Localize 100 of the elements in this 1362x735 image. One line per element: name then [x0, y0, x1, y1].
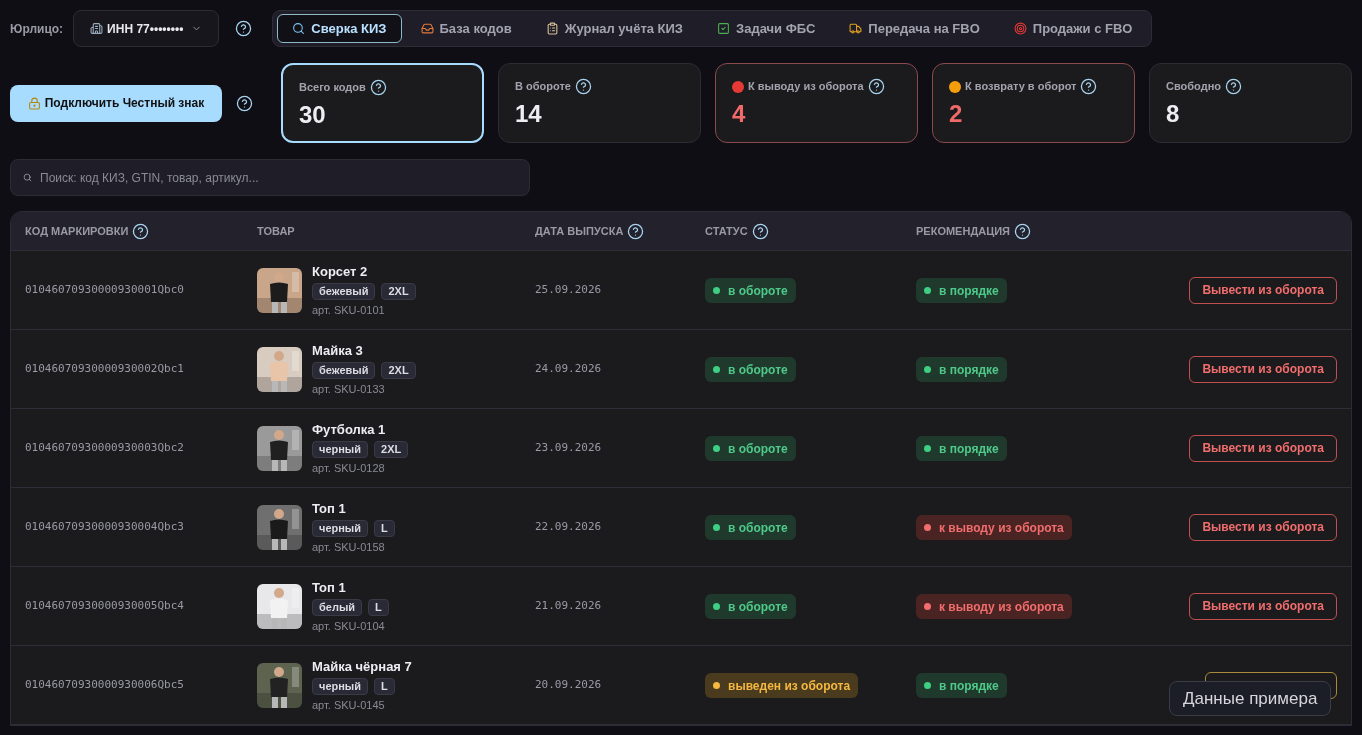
tag: 2XL [381, 362, 416, 379]
sku-text: арт. SKU-0101 [312, 303, 386, 318]
entity-value: ИНН 77•••••••• [107, 20, 184, 38]
stat-label: В обороте [515, 79, 571, 95]
entity-select[interactable]: ИНН 77•••••••• [73, 10, 220, 47]
help-icon[interactable] [1080, 78, 1098, 95]
help-icon[interactable] [627, 222, 645, 240]
tab[interactable]: Передача на FBO [834, 14, 995, 43]
product-name: Майка чёрная 7 [312, 657, 412, 676]
stat-card[interactable]: В обороте 14 [498, 63, 701, 143]
entity-label: Юрлицо: [10, 20, 64, 38]
date-cell-text: 22.09.2026 [535, 518, 603, 535]
column-header: ТОВАР [257, 223, 295, 239]
withdraw-button[interactable]: Вывести из оборота [1189, 276, 1337, 304]
tag: L [368, 599, 389, 616]
tab[interactable]: Задачи ФБС [702, 14, 831, 43]
stat-value: 14 [515, 99, 543, 129]
recommendation-badge: к выводу из оборота [916, 594, 1072, 619]
product-name: Топ 1 [312, 499, 347, 518]
stat-label: Свободно [1166, 79, 1221, 95]
date-cell-text: 25.09.2026 [535, 281, 603, 298]
stat-label: К возврату в оборот [965, 79, 1077, 95]
recommendation-badge: в порядке [916, 436, 1007, 461]
stat-card[interactable]: Свободно 8 [1149, 63, 1352, 143]
sku-text: арт. SKU-0133 [312, 382, 386, 397]
sku-text: арт. SKU-0158 [312, 540, 386, 555]
product-name: Топ 1 [312, 578, 347, 597]
tag: белый [312, 599, 363, 616]
tag: черный [312, 520, 369, 537]
tag: бежевый [312, 362, 376, 379]
tag: черный [312, 678, 369, 695]
tab[interactable]: Журнал учёта КИЗ [530, 14, 698, 43]
code-cell-text: 01046070930000930004Qbc3 [25, 518, 185, 535]
help-icon[interactable] [751, 222, 769, 240]
recommendation-badge: к выводу из оборота [916, 515, 1072, 540]
stat-card[interactable]: К выводу из оборота 4 [715, 63, 918, 143]
help-icon[interactable] [1014, 222, 1031, 240]
code-cell-text: 01046070930000930002Qbc1 [25, 360, 185, 377]
stat-label: К выводу из оборота [748, 79, 864, 95]
status-badge: выведен из оборота [705, 673, 859, 698]
help-icon[interactable] [369, 79, 387, 96]
column-header: КОД МАРКИРОВКИ [25, 223, 129, 239]
tag: бежевый [312, 283, 376, 300]
help-icon[interactable] [574, 78, 592, 95]
inbox-icon [420, 22, 434, 35]
product-name: Футболка 1 [312, 420, 387, 439]
lock-icon [27, 96, 41, 110]
date-cell-text: 23.09.2026 [535, 439, 603, 456]
status-badge: в обороте [705, 436, 796, 461]
recommendation-badge: в порядке [916, 673, 1007, 698]
tag: L [374, 520, 395, 537]
tab[interactable]: База кодов [405, 14, 527, 43]
withdraw-button[interactable]: Вывести из оборота [1189, 434, 1337, 462]
column-header: РЕКОМЕНДАЦИЯ [916, 223, 1010, 239]
checkbox-icon [717, 22, 730, 35]
tag: 2XL [374, 441, 409, 458]
tag: 2XL [381, 283, 416, 300]
sku-text: арт. SKU-0128 [312, 461, 386, 476]
stat-card[interactable]: К возврату в оборот 2 [932, 63, 1135, 143]
help-icon[interactable] [867, 78, 885, 95]
tab[interactable]: Сверка КИЗ [277, 14, 402, 43]
building-icon [90, 22, 104, 35]
date-cell-text: 20.09.2026 [535, 676, 603, 693]
status-badge: в обороте [705, 357, 796, 382]
search-input[interactable]: Поиск: код КИЗ, GTIN, товар, артикул... [40, 168, 517, 187]
tab[interactable]: Продажи с FBO [998, 14, 1148, 43]
stat-label: Всего кодов [299, 80, 366, 96]
withdraw-button[interactable]: Вывести из оборота [1189, 592, 1337, 620]
truck-icon [849, 22, 863, 35]
product-name: Корсет 2 [312, 262, 369, 281]
date-cell-text: 24.09.2026 [535, 360, 603, 377]
sku-text: арт. SKU-0145 [312, 698, 386, 713]
code-cell-text: 01046070930000930001Qbc0 [25, 281, 185, 298]
withdraw-button[interactable]: Вывести из оборота [1189, 513, 1337, 541]
product-name: Майка 3 [312, 341, 364, 360]
help-icon[interactable] [132, 222, 150, 240]
sku-text: арт. SKU-0104 [312, 619, 386, 634]
column-header: СТАТУС [705, 223, 748, 239]
date-cell-text: 21.09.2026 [535, 597, 603, 614]
status-badge: в обороте [705, 278, 796, 303]
clipboard-icon [545, 22, 559, 35]
stat-value: 30 [299, 100, 327, 130]
help-icon[interactable] [235, 20, 253, 37]
stat-value: 4 [732, 99, 747, 129]
status-badge: в обороте [705, 515, 796, 540]
stat-card[interactable]: Всего кодов 30 [281, 63, 484, 143]
recommendation-badge: в порядке [916, 278, 1007, 303]
search-icon [292, 22, 306, 35]
connect-button[interactable]: Подключить Честный знак [10, 84, 222, 122]
status-badge: в обороте [705, 594, 796, 619]
recommendation-badge: в порядке [916, 357, 1007, 382]
stat-value: 2 [949, 99, 964, 129]
withdraw-button[interactable]: Вывести из оборота [1189, 355, 1337, 383]
sample-data-toast: Данные примера [1169, 681, 1332, 716]
target-icon [1013, 22, 1027, 35]
search-field[interactable]: Поиск: код КИЗ, GTIN, товар, артикул... [10, 159, 530, 196]
help-icon[interactable] [236, 94, 253, 112]
tag: черный [312, 441, 369, 458]
help-icon[interactable] [1225, 78, 1242, 95]
code-cell-text: 01046070930000930003Qbc2 [25, 439, 185, 456]
